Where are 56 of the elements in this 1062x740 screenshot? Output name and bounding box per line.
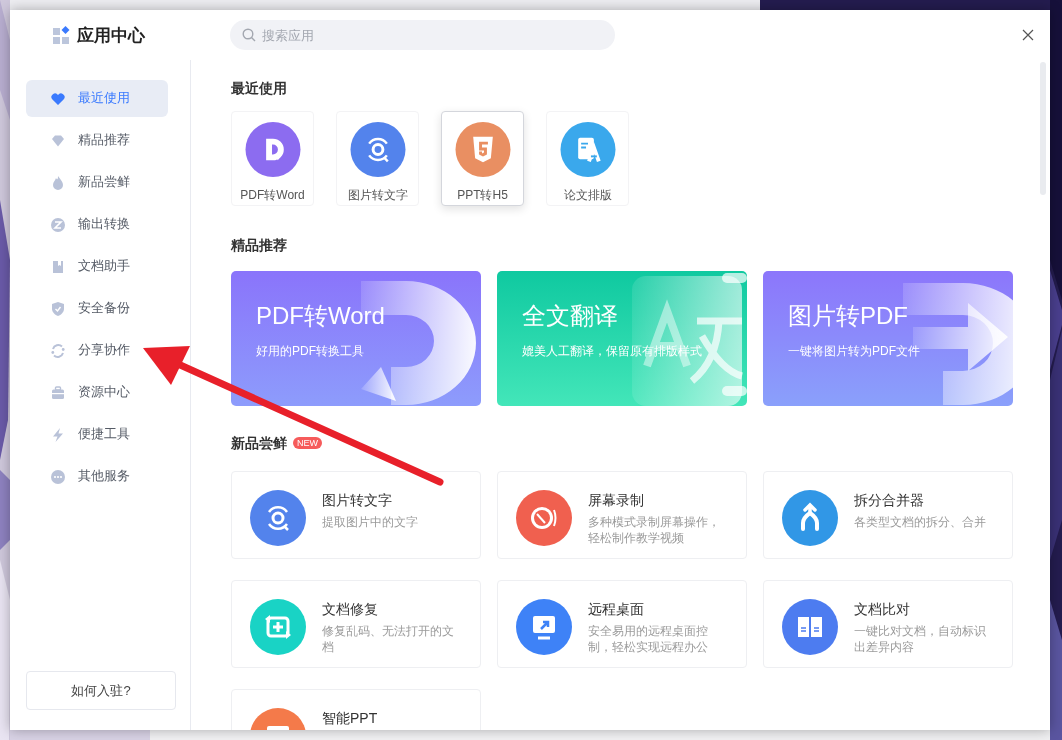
app-title: 屏幕录制 (588, 491, 644, 510)
app-tile[interactable]: 图片转文字 (336, 111, 419, 206)
banner-subtitle: 媲美人工翻译，保留原有排版样式 (522, 343, 702, 360)
heart-icon (50, 90, 66, 107)
sidebar-item[interactable]: 新品尝鲜 (26, 164, 130, 201)
sidebar-item[interactable]: 资源中心 (26, 374, 130, 411)
app-title: 图片转文字 (322, 491, 392, 510)
section-heading: 精品推荐 (231, 236, 287, 255)
app-card[interactable]: 远程桌面 安全易用的远程桌面控制，轻松实现远程办公 (497, 580, 747, 668)
briefcase-icon (50, 384, 66, 401)
banner-subtitle: 一键将图片转为PDF文件 (788, 343, 920, 360)
app-description: 安全易用的远程桌面控制，轻松实现远程办公 (588, 623, 709, 655)
banner-title: 全文翻译 (522, 301, 618, 331)
more-icon (50, 468, 66, 485)
app-description: 各类型文档的拆分、合并 (854, 514, 987, 530)
app-title: 拆分合并器 (854, 491, 924, 510)
app-tile[interactable]: 论文排版 (546, 111, 629, 206)
app-tile[interactable]: PPT转H5 (441, 111, 524, 206)
sync-icon (50, 342, 66, 359)
section-heading: 最近使用 (231, 79, 287, 98)
app-description: 一键比对文档，自动标识出差异内容 (854, 623, 987, 655)
sidebar-item[interactable]: 输出转换 (26, 206, 130, 243)
close-icon[interactable] (1020, 27, 1036, 43)
banner-title: PDF转Word (256, 301, 385, 331)
app-card[interactable]: 智能PPT (231, 689, 481, 730)
sidebar-item[interactable]: 分享协作 (26, 332, 130, 369)
app-title: 文档比对 (854, 600, 910, 619)
app-description: 提取图片中的文字 (322, 514, 419, 530)
shield-icon (50, 300, 66, 317)
app-card[interactable]: 图片转文字 提取图片中的文字 (231, 471, 481, 559)
join-button[interactable]: 如何入驻? (26, 671, 176, 710)
sidebar-item[interactable]: 文档助手 (26, 248, 130, 285)
app-title: 文档修复 (322, 600, 378, 619)
flame-icon (50, 174, 66, 191)
app-card[interactable]: 文档修复 修复乱码、无法打开的文档 (231, 580, 481, 668)
bookmark-icon (50, 258, 66, 275)
sidebar-item[interactable]: 精品推荐 (26, 122, 130, 159)
app-card[interactable]: 拆分合并器 各类型文档的拆分、合并 (763, 471, 1013, 559)
banner-subtitle: 好用的PDF转换工具 (256, 343, 364, 360)
app-title: 智能PPT (322, 709, 378, 728)
section-heading: 新品尝鲜 (231, 434, 287, 453)
new-badge: NEW (293, 437, 322, 449)
sidebar-item[interactable]: 其他服务 (26, 458, 130, 495)
app-description: 修复乱码、无法打开的文档 (322, 623, 455, 655)
app-grid-icon (53, 26, 71, 44)
app-card[interactable]: 屏幕录制 多种模式录制屏幕操作，轻松制作教学视频 (497, 471, 747, 559)
app-tile[interactable]: PDF转Word (231, 111, 314, 206)
window-title: 应用中心 (77, 24, 145, 47)
app-description: 多种模式录制屏幕操作，轻松制作教学视频 (588, 514, 721, 546)
banner-title: 图片转PDF (788, 301, 908, 331)
search-field[interactable]: 搜索应用 (230, 20, 615, 50)
circle-swap-icon (50, 216, 66, 233)
sidebar-item[interactable]: 便捷工具 (26, 416, 130, 453)
app-title: 远程桌面 (588, 600, 644, 619)
sidebar-item[interactable]: 安全备份 (26, 290, 130, 327)
app-card[interactable]: 文档比对 一键比对文档，自动标识出差异内容 (763, 580, 1013, 668)
